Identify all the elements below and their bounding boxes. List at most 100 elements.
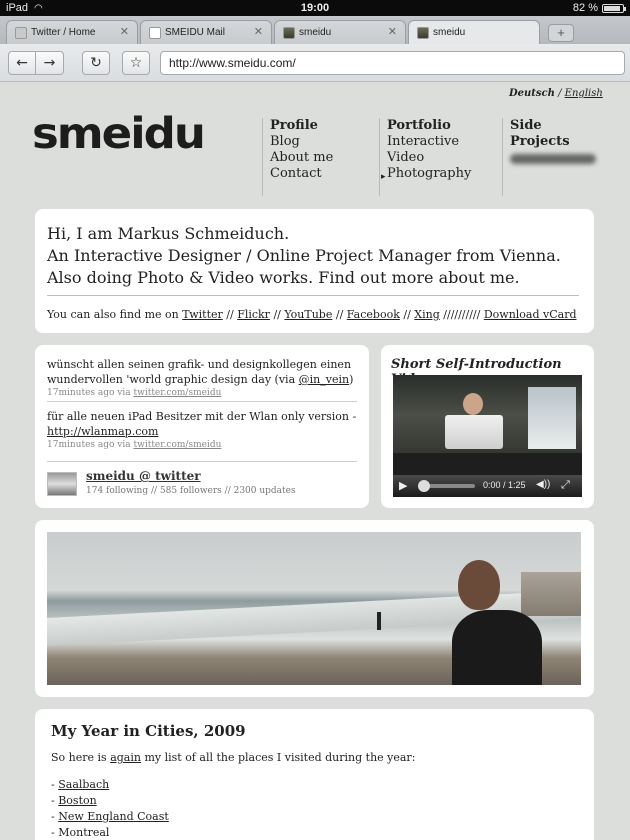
nav-item-contact[interactable]: Contact xyxy=(270,166,378,182)
close-tab-icon[interactable]: ✕ xyxy=(254,25,263,38)
video-controls: ▶ 0:00 / 1:25 ◀)) ⤢ xyxy=(393,475,582,497)
bookmark-star-button[interactable]: ☆ xyxy=(122,51,150,75)
photo-panel xyxy=(35,520,594,697)
tweets-panel: wünscht allen seinen grafik- und designk… xyxy=(35,345,369,508)
again-link[interactable]: again xyxy=(110,751,141,764)
beach-photo[interactable] xyxy=(47,532,581,685)
tweet-item: wünscht allen seinen grafik- und designk… xyxy=(47,358,354,398)
list-item: - Saalbach xyxy=(51,778,110,791)
avatar[interactable] xyxy=(47,472,77,496)
ios-status-bar: iPad ◠ 19:00 82 % xyxy=(0,0,630,16)
social-links: You can also find me on Twitter // Flick… xyxy=(47,308,577,321)
list-item: - Boston xyxy=(51,794,97,807)
divider xyxy=(47,401,357,402)
intro-panel: Hi, I am Markus Schmeiduch. An Interacti… xyxy=(35,209,594,333)
blurred-link-placeholder[interactable] xyxy=(510,154,596,164)
twitter-icon xyxy=(15,27,27,39)
photo-icon xyxy=(283,27,295,39)
tab-smeidu[interactable]: smeidu ✕ xyxy=(274,20,406,44)
forward-button[interactable]: → xyxy=(36,51,64,75)
twitter-link[interactable]: Twitter xyxy=(182,308,223,321)
photo-scene xyxy=(377,612,381,630)
city-name: Montreal xyxy=(58,826,110,839)
mention-link[interactable]: @in_vein xyxy=(299,373,349,386)
divider xyxy=(47,461,357,462)
gmail-icon xyxy=(149,27,161,39)
address-bar[interactable]: http://www.smeidu.com/ xyxy=(160,51,625,75)
youtube-link[interactable]: YouTube xyxy=(284,308,332,321)
city-list: - Saalbach - Boston - New England Coast … xyxy=(51,777,169,840)
intro-line-2: An Interactive Designer / Online Project… xyxy=(47,246,561,265)
intro-line-3: Also doing Photo & Video works. Find out… xyxy=(47,268,520,287)
photo-icon xyxy=(417,27,429,39)
intro-text: Hi, I am Markus Schmeiduch. An Interacti… xyxy=(47,223,561,289)
close-tab-icon[interactable]: ✕ xyxy=(388,25,397,38)
list-item: - New England Coast xyxy=(51,810,169,823)
volume-icon[interactable]: ◀)) xyxy=(536,479,550,490)
tab-label: smeidu xyxy=(299,27,332,38)
tweet-source-link[interactable]: twitter.com/smeidu xyxy=(134,388,222,398)
nav-side-projects: Side Projects xyxy=(502,118,602,196)
nav-profile: Profile Blog About me Contact xyxy=(262,118,378,196)
tweet-source-link[interactable]: twitter.com/smeidu xyxy=(134,440,222,450)
nav-item-label: Photography xyxy=(387,166,472,181)
browser-toolbar: ← → ↻ ☆ http://www.smeidu.com/ xyxy=(0,44,630,82)
xing-link[interactable]: Xing xyxy=(414,308,439,321)
video-player[interactable] xyxy=(393,375,582,475)
nav-item-blog[interactable]: Blog xyxy=(270,134,378,150)
nav-item-interactive[interactable]: Interactive xyxy=(387,134,501,150)
lang-deutsch-link[interactable]: Deutsch xyxy=(509,88,555,99)
tab-label: SMEIDU Mail xyxy=(165,27,226,38)
video-panel: Short Self-Introduction Video ▶ 0:00 / 1… xyxy=(381,345,594,508)
nav-item-video[interactable]: Video xyxy=(387,150,501,166)
video-scene xyxy=(528,387,576,449)
site-logo[interactable]: smeidu xyxy=(32,112,206,155)
back-button[interactable]: ← xyxy=(8,51,36,75)
tab-label: Twitter / Home xyxy=(31,27,96,38)
list-item: - Montreal xyxy=(51,826,110,839)
video-time: 0:00 / 1:25 xyxy=(483,480,526,490)
year-in-cities-panel: My Year in Cities, 2009 So here is again… xyxy=(35,709,594,840)
facebook-link[interactable]: Facebook xyxy=(347,308,400,321)
intro-line-1: Hi, I am Markus Schmeiduch. xyxy=(47,224,290,243)
nav-item-photography[interactable]: ▸ Photography xyxy=(381,166,501,182)
video-scene xyxy=(445,415,503,449)
battery-icon xyxy=(602,4,626,13)
clock: 19:00 xyxy=(300,2,330,14)
divider xyxy=(47,295,579,296)
play-icon[interactable]: ▶ xyxy=(399,479,407,492)
battery-percent: 82 % xyxy=(572,2,598,14)
video-scene xyxy=(463,393,483,415)
video-scene xyxy=(393,453,582,475)
city-link[interactable]: Boston xyxy=(58,794,96,807)
seek-handle[interactable] xyxy=(418,480,430,492)
post-intro: So here is again my list of all the plac… xyxy=(51,751,416,764)
language-switcher: Deutsch / English xyxy=(509,88,603,99)
nav-portfolio-heading[interactable]: Portfolio xyxy=(387,118,501,134)
tab-bar: Twitter / Home ✕ SMEIDU Mail ✕ smeidu ✕ … xyxy=(0,16,630,44)
active-arrow-icon: ▸ xyxy=(381,172,386,182)
nav-side-projects-heading[interactable]: Side Projects xyxy=(510,118,602,150)
photo-scene xyxy=(452,560,542,685)
city-link[interactable]: Saalbach xyxy=(58,778,109,791)
nav-profile-heading[interactable]: Profile xyxy=(270,118,378,134)
tab-smeidu-mail[interactable]: SMEIDU Mail ✕ xyxy=(140,20,272,44)
nav-item-about-me[interactable]: About me xyxy=(270,150,378,166)
flickr-link[interactable]: Flickr xyxy=(237,308,270,321)
post-title[interactable]: My Year in Cities, 2009 xyxy=(51,722,246,740)
new-tab-button[interactable]: + xyxy=(548,24,574,42)
download-vcard-link[interactable]: Download vCard xyxy=(484,308,577,321)
lang-english-link[interactable]: English xyxy=(565,88,603,99)
tab-smeidu-active[interactable]: smeidu xyxy=(408,20,540,44)
twitter-stats: 174 following // 585 followers // 2300 u… xyxy=(86,486,296,496)
nav-portfolio: Portfolio Interactive Video ▸ Photograph… xyxy=(379,118,501,196)
tweet-item: für alle neuen iPad Besitzer mit der Wla… xyxy=(47,409,359,451)
fullscreen-icon[interactable]: ⤢ xyxy=(561,479,570,492)
reload-button[interactable]: ↻ xyxy=(82,51,110,75)
tweet-link[interactable]: http://wlanmap.com xyxy=(47,424,359,439)
tab-twitter-home[interactable]: Twitter / Home ✕ xyxy=(6,20,138,44)
tab-label: smeidu xyxy=(433,27,466,38)
twitter-profile-link[interactable]: smeidu @ twitter xyxy=(86,469,201,483)
city-link[interactable]: New England Coast xyxy=(58,810,169,823)
close-tab-icon[interactable]: ✕ xyxy=(120,25,129,38)
